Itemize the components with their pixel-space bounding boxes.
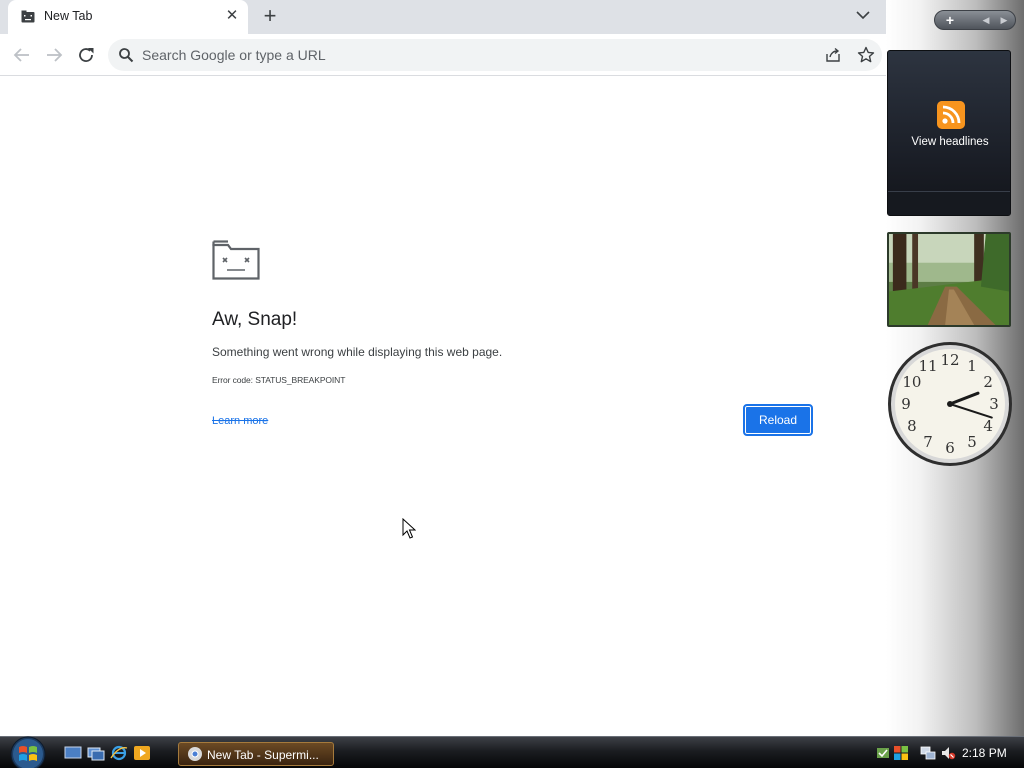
clock-numeral: 2 (983, 373, 993, 391)
view-headlines-label[interactable]: View headlines (888, 136, 1012, 148)
tab-title: New Tab (44, 9, 93, 23)
omnibox[interactable]: Search Google or type a URL (108, 39, 882, 71)
browser-tab[interactable]: New Tab ✕ (8, 0, 248, 34)
browser-toolbar: Search Google or type a URL (0, 34, 886, 76)
feed-gadget-footer (888, 191, 1010, 215)
error-heading: Aw, Snap! (212, 309, 298, 330)
switch-windows-icon[interactable] (87, 745, 105, 761)
clock-numeral: 5 (967, 433, 977, 451)
show-desktop-icon[interactable] (64, 745, 82, 761)
next-page-icon[interactable]: ▶ (997, 13, 1011, 27)
clock-numeral: 1 (967, 357, 977, 375)
reload-button[interactable]: Reload (743, 404, 813, 436)
windows-update-icon[interactable] (875, 745, 891, 761)
error-message: Something went wrong while displaying th… (212, 345, 503, 359)
sad-folder-icon (212, 240, 260, 280)
bookmark-star-icon[interactable] (856, 45, 876, 65)
sidebar-controls: + ◀ ▶ (934, 10, 1016, 30)
new-tab-button[interactable]: + (258, 5, 282, 29)
tab-search-chevron-icon[interactable] (853, 5, 873, 25)
clock-numeral: 10 (902, 373, 921, 391)
sad-tab-icon (21, 10, 35, 23)
security-center-icon[interactable] (893, 745, 909, 761)
clock-numeral: 6 (945, 439, 955, 457)
start-button-icon[interactable] (6, 733, 50, 768)
reload-icon[interactable] (75, 44, 97, 66)
rss-feed-icon (937, 101, 965, 129)
taskbar: New Tab - Supermi... 2:18 PM (0, 736, 1024, 768)
mouse-cursor-icon (402, 518, 416, 539)
taskbar-window-label: New Tab - Supermi... (207, 748, 319, 762)
network-icon[interactable] (920, 745, 936, 761)
feed-headlines-gadget[interactable]: View headlines (887, 50, 1011, 216)
forward-arrow-icon[interactable] (43, 44, 65, 66)
chrome-app-icon (188, 747, 202, 761)
clock-numeral: 12 (940, 351, 959, 369)
taskbar-window-button[interactable]: New Tab - Supermi... (178, 742, 334, 766)
share-icon[interactable] (824, 46, 842, 64)
clock-gadget[interactable]: 12 12 3 45678 9 1011 (887, 341, 1013, 467)
clock-numeral: 3 (989, 395, 999, 413)
clock-numeral: 9 (901, 395, 911, 413)
clock-numeral: 11 (918, 357, 937, 375)
media-player-icon[interactable] (133, 745, 151, 761)
omnibox-placeholder[interactable]: Search Google or type a URL (142, 47, 326, 63)
error-code: Error code: STATUS_BREAKPOINT (212, 375, 346, 385)
internet-explorer-icon[interactable] (110, 745, 128, 761)
tab-strip: New Tab ✕ + (0, 0, 913, 34)
learn-more-link[interactable]: Learn more (212, 415, 268, 427)
clock-numeral: 7 (923, 433, 933, 451)
tab-close-icon[interactable]: ✕ (224, 8, 240, 24)
system-clock[interactable]: 2:18 PM (962, 746, 1007, 760)
previous-page-icon[interactable]: ◀ (979, 13, 993, 27)
back-arrow-icon[interactable] (11, 44, 33, 66)
page-content: Aw, Snap! Something went wrong while dis… (0, 77, 886, 736)
clock-numeral: 8 (907, 417, 917, 435)
clock-numeral: 4 (983, 417, 993, 435)
volume-muted-icon[interactable] (940, 745, 956, 761)
slideshow-gadget[interactable] (887, 232, 1011, 327)
search-icon (119, 48, 134, 63)
add-gadget-icon[interactable]: + (941, 12, 959, 28)
